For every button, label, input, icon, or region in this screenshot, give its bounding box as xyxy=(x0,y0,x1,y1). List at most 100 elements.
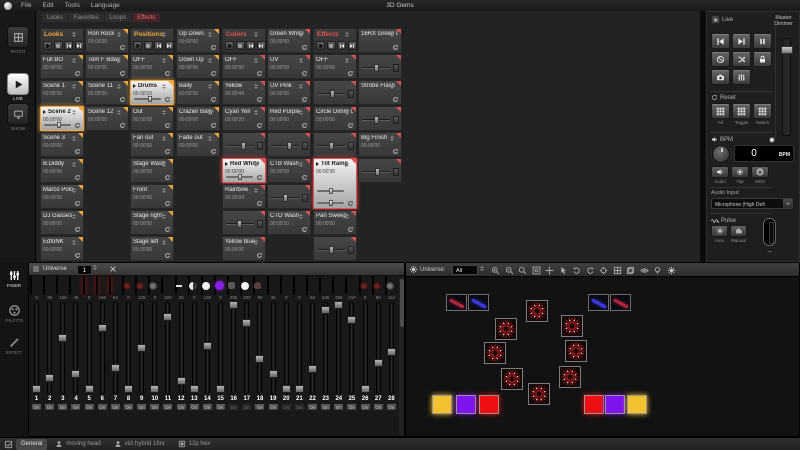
bpm-toggle[interactable] xyxy=(769,137,775,143)
scene-slider[interactable] xyxy=(317,190,344,192)
channel-fader-thumb[interactable] xyxy=(111,364,120,372)
channel-on-button[interactable]: On xyxy=(202,403,213,411)
sidebar-fader[interactable]: FADER xyxy=(1,267,27,288)
header-pause-button[interactable] xyxy=(327,41,336,50)
fixture-tab-vizi-hybrid-16rx[interactable]: vizi hybrid 16rx xyxy=(109,439,170,450)
channel-fader[interactable] xyxy=(165,302,170,394)
loop-icon[interactable] xyxy=(164,148,171,155)
universe-spinner[interactable]: 1 xyxy=(77,265,92,275)
scene-scene-1[interactable]: Scene 100:00'00 xyxy=(40,80,84,105)
par-fixture[interactable] xyxy=(605,395,625,414)
channel-fader-thumb[interactable] xyxy=(216,385,225,393)
channel-fader-thumb[interactable] xyxy=(45,374,54,382)
loop-icon[interactable] xyxy=(256,200,263,207)
stage-canvas[interactable] xyxy=(406,277,799,436)
tool-gear-icon[interactable] xyxy=(666,265,677,276)
scene-scene-12[interactable]: Scene 1200:00'00 xyxy=(85,106,129,131)
channel-fader-thumb[interactable] xyxy=(387,348,396,356)
fixture-tab-moving-head[interactable]: moving head xyxy=(50,439,105,450)
channel-fader[interactable] xyxy=(139,302,144,394)
loop-icon[interactable] xyxy=(164,96,171,103)
tool-eye-icon[interactable] xyxy=(639,265,650,276)
header-skip-back-button[interactable] xyxy=(154,41,163,50)
fader-scrollbar-thumb[interactable] xyxy=(400,279,404,327)
loop-icon[interactable] xyxy=(74,148,81,155)
tool-crosshair-icon[interactable] xyxy=(598,265,609,276)
channel-on-button[interactable]: On xyxy=(373,403,384,411)
tool-grid-icon[interactable] xyxy=(612,265,623,276)
channel-on-button[interactable]: On xyxy=(360,403,371,411)
sidebar-effect[interactable]: EFFECT xyxy=(1,334,27,355)
channel-on-button[interactable]: On xyxy=(281,403,292,411)
scene-fade-out[interactable]: Fade out00:00'00 xyxy=(176,132,220,157)
channel-fader[interactable] xyxy=(389,302,394,394)
header-skip-forward-button[interactable] xyxy=(165,41,174,50)
channel-fader[interactable] xyxy=(205,302,210,394)
master-dimmer-thumb[interactable] xyxy=(781,46,793,54)
channel-fader[interactable] xyxy=(218,302,223,394)
scene-slider[interactable] xyxy=(226,176,253,178)
channel-on-button[interactable]: On xyxy=(176,403,187,411)
channel-on-button[interactable]: On xyxy=(123,403,134,411)
channel-on-button[interactable]: On xyxy=(110,403,121,411)
loop-icon[interactable] xyxy=(74,252,81,259)
tool-layers-icon[interactable] xyxy=(625,265,636,276)
pulse-auto-button[interactable] xyxy=(711,225,728,237)
channel-fader[interactable] xyxy=(192,302,197,394)
scene-cto-wash[interactable]: CTO Wash00:00'10 xyxy=(267,210,311,235)
loop-icon[interactable] xyxy=(347,122,354,129)
strip-fader-thumb[interactable] xyxy=(287,142,292,150)
moving-head-fixture[interactable] xyxy=(528,383,550,405)
loop-icon[interactable] xyxy=(301,122,308,129)
loop-icon[interactable] xyxy=(301,44,308,51)
strip-fader-thumb[interactable] xyxy=(375,168,380,176)
menu-icon[interactable] xyxy=(32,265,40,273)
channel-fader-thumb[interactable] xyxy=(361,385,370,393)
channel-on-button[interactable]: On xyxy=(162,403,173,411)
scene-strobe-flash[interactable]: Strobe Flash xyxy=(358,80,402,105)
close-icon[interactable] xyxy=(109,265,118,274)
strip-fader-thumb[interactable] xyxy=(329,142,334,150)
loop-icon[interactable] xyxy=(392,44,399,51)
header-skip-forward-button[interactable] xyxy=(257,41,266,50)
channel-fader[interactable] xyxy=(363,302,368,394)
loop-icon[interactable] xyxy=(347,226,354,233)
loop-icon[interactable] xyxy=(210,148,217,155)
loop-icon[interactable] xyxy=(210,44,217,51)
skip-forward-button[interactable] xyxy=(732,33,751,49)
block-button[interactable] xyxy=(711,51,730,67)
channel-on-button[interactable]: On xyxy=(294,403,305,411)
laser-fixture[interactable] xyxy=(610,294,631,311)
loop-icon[interactable] xyxy=(301,226,308,233)
loop-icon[interactable] xyxy=(119,44,126,51)
moving-head-fixture[interactable] xyxy=(559,366,581,388)
loop-icon[interactable] xyxy=(301,96,308,103)
channel-on-button[interactable]: On xyxy=(84,403,95,411)
scene-front[interactable]: Front00:00'00 xyxy=(130,184,174,209)
scene-yellow-blue[interactable]: Yellow blue00:00'00 xyxy=(222,236,266,261)
channel-fader-thumb[interactable] xyxy=(58,334,67,342)
loop-icon[interactable] xyxy=(210,96,217,103)
channel-fader[interactable] xyxy=(376,302,381,394)
channel-fader-thumb[interactable] xyxy=(308,365,317,373)
loop-icon[interactable] xyxy=(119,70,126,77)
scene-slider[interactable] xyxy=(44,124,71,126)
loop-icon[interactable] xyxy=(347,70,354,77)
channel-fader-thumb[interactable] xyxy=(321,306,330,314)
scene-cyan-yell[interactable]: Cyan Yell00:00'20 xyxy=(222,106,266,131)
strip-fader-thumb[interactable] xyxy=(241,142,246,150)
moving-head-fixture[interactable] xyxy=(561,315,583,337)
channel-fader-thumb[interactable] xyxy=(374,359,383,367)
menu-edit[interactable]: Edit xyxy=(40,2,55,9)
channel-on-button[interactable]: On xyxy=(44,403,55,411)
scene-red-white[interactable]: Red White00:00'00 xyxy=(222,158,266,183)
channel-fader-thumb[interactable] xyxy=(150,385,159,393)
scene-scene-2[interactable]: Scene 200:00'00 xyxy=(40,106,84,131)
channel-fader-thumb[interactable] xyxy=(71,370,80,378)
channel-fader[interactable] xyxy=(73,302,78,394)
scene-tom-f-bday[interactable]: Tom F Bday00:00'00 xyxy=(85,54,129,79)
scene-fader-cell[interactable] xyxy=(313,236,357,261)
channel-fader[interactable] xyxy=(336,302,341,394)
scene-fader-cell[interactable] xyxy=(358,106,402,131)
channel-fader[interactable] xyxy=(271,302,276,394)
